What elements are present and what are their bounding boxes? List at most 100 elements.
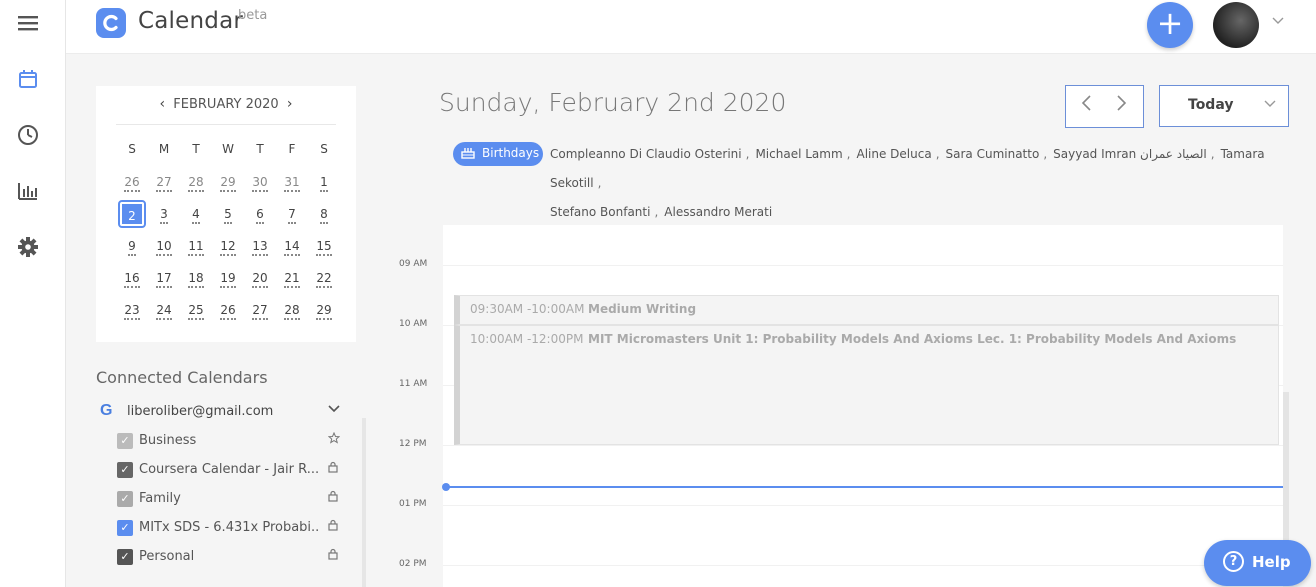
calendar-item[interactable]: ✓ MITx SDS - 6.431x Probabi... bbox=[117, 519, 345, 539]
day-cell[interactable]: 6 bbox=[248, 202, 272, 226]
separator: , bbox=[745, 147, 750, 161]
day-number: 5 bbox=[224, 207, 232, 224]
calendar-icon[interactable] bbox=[16, 67, 40, 91]
calendar-checkbox[interactable]: ✓ bbox=[117, 433, 133, 449]
day-number: 23 bbox=[124, 303, 140, 320]
day-cell[interactable]: 15 bbox=[312, 234, 336, 258]
chevron-down-icon[interactable] bbox=[328, 402, 340, 416]
menu-icon[interactable] bbox=[16, 11, 40, 35]
calendar-item[interactable]: ✓ Coursera Calendar - Jair R... bbox=[117, 461, 345, 481]
day-cell[interactable]: 1 bbox=[312, 170, 336, 194]
day-number: 30 bbox=[252, 175, 268, 192]
day-cell[interactable]: 18 bbox=[184, 266, 208, 290]
next-day-button[interactable] bbox=[1116, 94, 1128, 117]
day-cell[interactable]: 3 bbox=[152, 202, 176, 226]
day-cell[interactable]: 17 bbox=[152, 266, 176, 290]
day-number: 17 bbox=[156, 271, 172, 288]
event-medium-writing[interactable]: 09:30AM -10:00AM Medium Writing bbox=[454, 295, 1279, 325]
separator: , bbox=[654, 205, 659, 219]
day-cell-selected[interactable]: 2 bbox=[118, 200, 146, 228]
day-cell[interactable]: 31 bbox=[280, 170, 304, 194]
day-cell[interactable]: 19 bbox=[216, 266, 240, 290]
day-cell[interactable]: 20 bbox=[248, 266, 272, 290]
day-number: 16 bbox=[124, 271, 140, 288]
event-mit-micromasters[interactable]: 10:00AM -12:00PM MIT Micromasters Unit 1… bbox=[454, 325, 1279, 445]
side-rail bbox=[0, 0, 66, 587]
birthday-name: Alessandro Merati bbox=[664, 205, 773, 219]
help-button[interactable]: ? Help bbox=[1204, 540, 1311, 586]
day-number: 28 bbox=[284, 303, 300, 320]
google-icon: G bbox=[100, 402, 113, 419]
calendar-label: MITx SDS - 6.431x Probabi... bbox=[139, 520, 319, 535]
calendar-label: Coursera Calendar - Jair R... bbox=[139, 462, 319, 477]
calendar-checkbox[interactable]: ✓ bbox=[117, 462, 133, 478]
day-cell[interactable]: 5 bbox=[216, 202, 240, 226]
day-number: 21 bbox=[284, 271, 300, 288]
separator: , bbox=[1210, 147, 1215, 161]
calendar-item[interactable]: ✓ Business bbox=[117, 431, 345, 452]
time-label: 11 AM bbox=[399, 379, 428, 389]
day-cell[interactable]: 24 bbox=[152, 298, 176, 322]
hour-line bbox=[443, 565, 1283, 566]
day-cell[interactable]: 12 bbox=[216, 234, 240, 258]
gear-icon[interactable] bbox=[16, 235, 40, 259]
day-number: 3 bbox=[160, 207, 168, 224]
sidebar-scrollbar[interactable] bbox=[362, 418, 366, 587]
today-dropdown[interactable]: Today bbox=[1159, 85, 1289, 127]
time-label: 10 AM bbox=[399, 319, 428, 329]
account-row[interactable]: G liberoliber@gmail.com bbox=[100, 402, 350, 422]
lock-icon bbox=[328, 548, 338, 563]
day-cell[interactable]: 28 bbox=[280, 298, 304, 322]
event-title: MIT Micromasters Unit 1: Probability Mod… bbox=[588, 332, 1237, 346]
day-cell[interactable]: 4 bbox=[184, 202, 208, 226]
chevron-down-icon[interactable] bbox=[1272, 14, 1284, 28]
next-month-button[interactable]: › bbox=[287, 96, 293, 112]
day-cell[interactable]: 30 bbox=[248, 170, 272, 194]
day-cell[interactable]: 23 bbox=[120, 298, 144, 322]
day-cell[interactable]: 14 bbox=[280, 234, 304, 258]
calendar-item[interactable]: ✓ Personal bbox=[117, 548, 345, 568]
time-label: 12 PM bbox=[399, 439, 427, 449]
clock-icon[interactable] bbox=[16, 123, 40, 147]
day-cell[interactable]: 28 bbox=[184, 170, 208, 194]
day-number: 12 bbox=[220, 239, 236, 256]
day-number: 28 bbox=[188, 175, 204, 192]
avatar[interactable] bbox=[1213, 2, 1259, 48]
calendar-checkbox[interactable]: ✓ bbox=[117, 520, 133, 536]
day-cell[interactable]: 27 bbox=[248, 298, 272, 322]
add-event-button[interactable]: + bbox=[1147, 2, 1193, 48]
prev-month-button[interactable]: ‹ bbox=[160, 96, 166, 112]
calendar-checkbox[interactable]: ✓ bbox=[117, 491, 133, 507]
day-cell[interactable]: 26 bbox=[120, 170, 144, 194]
stats-icon[interactable] bbox=[16, 179, 40, 203]
birthday-name: Aline Deluca bbox=[856, 147, 932, 161]
day-number: 13 bbox=[252, 239, 268, 256]
separator: , bbox=[935, 147, 940, 161]
day-cell[interactable]: 11 bbox=[184, 234, 208, 258]
calendar-label: Personal bbox=[139, 549, 195, 564]
day-number: 2 bbox=[128, 209, 136, 223]
day-number: 27 bbox=[156, 175, 172, 192]
day-cell[interactable]: 16 bbox=[120, 266, 144, 290]
star-icon[interactable] bbox=[327, 431, 341, 447]
day-cell[interactable]: 26 bbox=[216, 298, 240, 322]
day-cell[interactable]: 13 bbox=[248, 234, 272, 258]
prev-day-button[interactable] bbox=[1080, 94, 1092, 117]
day-cell[interactable]: 7 bbox=[280, 202, 304, 226]
birthdays-badge[interactable]: Birthdays bbox=[453, 142, 543, 166]
day-cell[interactable]: 21 bbox=[280, 266, 304, 290]
event-title: Medium Writing bbox=[588, 302, 697, 316]
day-cell[interactable]: 29 bbox=[216, 170, 240, 194]
day-cell[interactable]: 10 bbox=[152, 234, 176, 258]
calendar-item[interactable]: ✓ Family bbox=[117, 490, 345, 510]
day-cell[interactable]: 9 bbox=[120, 234, 144, 258]
calendar-checkbox[interactable]: ✓ bbox=[117, 549, 133, 565]
day-cell[interactable]: 8 bbox=[312, 202, 336, 226]
day-cell[interactable]: 25 bbox=[184, 298, 208, 322]
birthday-name: Compleanno Di Claudio Osterini bbox=[550, 147, 742, 161]
grid-scrollbar[interactable] bbox=[1283, 392, 1289, 552]
day-navigation bbox=[1065, 85, 1144, 128]
day-cell[interactable]: 22 bbox=[312, 266, 336, 290]
day-cell[interactable]: 29 bbox=[312, 298, 336, 322]
day-cell[interactable]: 27 bbox=[152, 170, 176, 194]
